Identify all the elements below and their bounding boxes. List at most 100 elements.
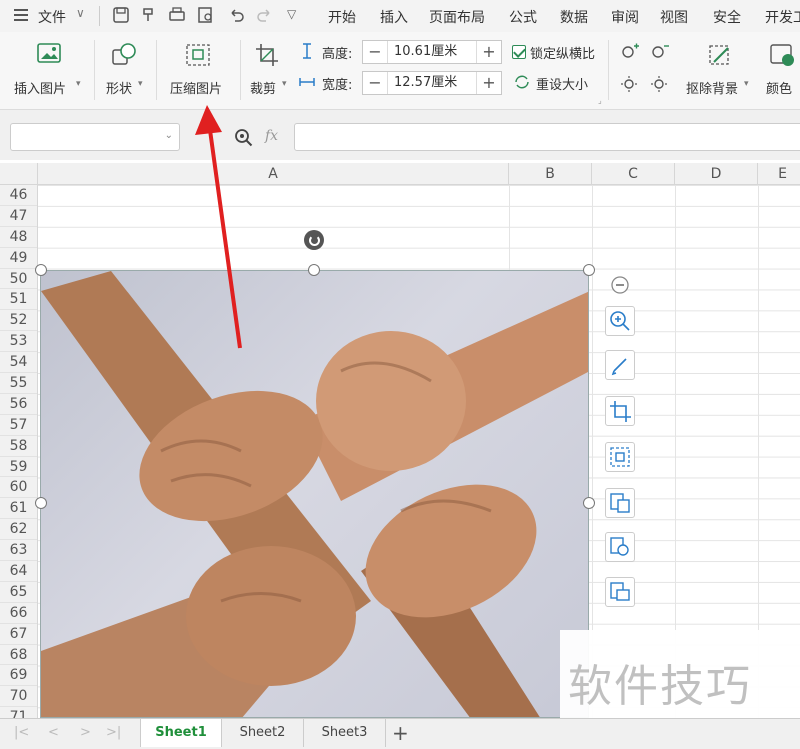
dialog-launcher-icon[interactable]: ⌟ xyxy=(598,96,602,105)
row-header[interactable]: 65 xyxy=(0,582,37,603)
print-icon[interactable] xyxy=(167,5,187,25)
row-header[interactable]: 47 xyxy=(0,206,37,227)
print-preview-icon[interactable] xyxy=(196,5,216,25)
tab-page-layout[interactable]: 页面布局 xyxy=(429,7,485,27)
row-header[interactable]: 67 xyxy=(0,624,37,645)
contrast-increase-icon[interactable] xyxy=(620,74,640,92)
sheet-tab-sheet1[interactable]: Sheet1 xyxy=(140,719,222,747)
row-header[interactable]: 59 xyxy=(0,457,37,478)
row-header[interactable]: 64 xyxy=(0,561,37,582)
edit-picture-button[interactable] xyxy=(605,350,635,380)
reset-size-icon[interactable] xyxy=(513,73,531,91)
undo-icon[interactable] xyxy=(226,5,246,25)
redo-icon[interactable] xyxy=(255,5,275,25)
tab-formulas[interactable]: 公式 xyxy=(509,7,537,27)
reset-size-label[interactable]: 重设大小 xyxy=(536,74,588,93)
compress-side-button[interactable] xyxy=(605,442,635,472)
next-sheet-icon[interactable]: > xyxy=(80,725,91,740)
row-header[interactable]: 51 xyxy=(0,289,37,311)
picture-to-word-button[interactable] xyxy=(605,488,635,518)
crop-side-button[interactable] xyxy=(605,396,635,426)
row-header[interactable]: 50 xyxy=(0,269,37,290)
resize-handle-top-right[interactable] xyxy=(583,264,595,276)
color-button[interactable]: 颜色 xyxy=(758,38,800,102)
sheet-tab-sheet2[interactable]: Sheet2 xyxy=(222,719,304,747)
height-decrement-button[interactable]: − xyxy=(363,41,387,63)
contrast-decrease-icon[interactable] xyxy=(650,74,670,92)
resize-handle-right[interactable] xyxy=(583,497,595,509)
resize-handle-top-left[interactable] xyxy=(35,264,47,276)
row-header[interactable]: 60 xyxy=(0,477,37,499)
column-header-a[interactable]: A xyxy=(38,163,509,185)
resize-handle-left[interactable] xyxy=(35,497,47,509)
row-header[interactable]: 68 xyxy=(0,645,37,666)
name-box[interactable]: ⌄ xyxy=(10,123,180,151)
row-header[interactable]: 62 xyxy=(0,519,37,541)
picture-to-table-button[interactable] xyxy=(605,577,635,607)
tab-security[interactable]: 安全 xyxy=(713,7,741,27)
chevron-down-icon[interactable]: ∨ xyxy=(76,6,85,20)
lock-ratio-checkbox[interactable] xyxy=(512,45,526,59)
remove-background-button[interactable]: 抠除背景 ▾ xyxy=(682,38,754,102)
row-header[interactable]: 69 xyxy=(0,665,37,687)
row-header[interactable]: 48 xyxy=(0,227,37,248)
last-sheet-icon[interactable]: >| xyxy=(106,725,121,740)
tab-data[interactable]: 数据 xyxy=(560,7,588,27)
height-input[interactable]: 10.61厘米 xyxy=(387,41,477,63)
format-painter-icon[interactable] xyxy=(139,5,159,25)
column-header-d[interactable]: D xyxy=(675,163,758,185)
file-menu[interactable]: 文件 xyxy=(38,7,66,27)
row-header[interactable]: 57 xyxy=(0,415,37,436)
rotate-handle[interactable] xyxy=(304,230,324,250)
tab-view[interactable]: 视图 xyxy=(660,7,688,27)
width-decrement-button[interactable]: − xyxy=(363,72,387,94)
sheet-tab-sheet3[interactable]: Sheet3 xyxy=(304,719,386,747)
row-header[interactable]: 70 xyxy=(0,686,37,708)
picture-to-pdf-button[interactable] xyxy=(605,532,635,562)
prev-sheet-icon[interactable]: < xyxy=(48,725,59,740)
row-header[interactable]: 53 xyxy=(0,331,37,353)
save-icon[interactable] xyxy=(111,5,131,25)
menu-hamburger-icon[interactable] xyxy=(14,9,28,24)
brightness-increase-icon[interactable] xyxy=(620,42,640,60)
first-sheet-icon[interactable]: |< xyxy=(14,725,29,740)
brightness-decrease-icon[interactable] xyxy=(650,42,670,60)
resize-handle-top[interactable] xyxy=(308,264,320,276)
width-input[interactable]: 12.57厘米 xyxy=(387,72,477,94)
compress-picture-button[interactable]: 压缩图片 xyxy=(160,38,236,102)
crop-button[interactable]: 裁剪 ▾ xyxy=(246,38,292,102)
width-stepper[interactable]: − 12.57厘米 + xyxy=(362,71,502,95)
insert-picture-button[interactable]: 插入图片 ▾ xyxy=(8,38,88,102)
tab-insert[interactable]: 插入 xyxy=(380,7,408,27)
insert-function-icon[interactable]: fx xyxy=(265,128,278,144)
zoom-lookup-icon[interactable] xyxy=(234,128,254,148)
row-header[interactable]: 58 xyxy=(0,436,37,457)
tab-developer[interactable]: 开发工 xyxy=(765,7,800,27)
column-header-c[interactable]: C xyxy=(592,163,675,185)
zoom-in-button[interactable] xyxy=(605,306,635,336)
row-header[interactable]: 49 xyxy=(0,248,37,269)
select-all-corner[interactable] xyxy=(0,163,38,185)
chevron-down-icon[interactable]: ⌄ xyxy=(165,130,173,141)
row-header[interactable]: 66 xyxy=(0,603,37,624)
column-header-b[interactable]: B xyxy=(509,163,592,185)
add-sheet-button[interactable]: + xyxy=(392,721,409,745)
row-header[interactable]: 55 xyxy=(0,373,37,394)
collapse-icon[interactable] xyxy=(610,275,630,295)
row-header[interactable]: 63 xyxy=(0,540,37,562)
height-increment-button[interactable]: + xyxy=(477,41,501,63)
selected-picture[interactable] xyxy=(40,270,589,718)
height-stepper[interactable]: − 10.61厘米 + xyxy=(362,40,502,64)
shape-button[interactable]: 形状 ▾ xyxy=(100,38,150,102)
row-header[interactable]: 54 xyxy=(0,352,37,374)
tab-home[interactable]: 开始 xyxy=(328,7,356,27)
width-increment-button[interactable]: + xyxy=(477,72,501,94)
quick-access-dropdown-icon[interactable]: ▽ xyxy=(287,7,296,21)
row-header[interactable]: 52 xyxy=(0,310,37,332)
row-header[interactable]: 61 xyxy=(0,498,37,520)
tab-review[interactable]: 审阅 xyxy=(611,7,639,27)
row-header[interactable]: 56 xyxy=(0,394,37,415)
column-header-e[interactable]: E xyxy=(758,163,800,185)
row-header[interactable]: 46 xyxy=(0,185,37,206)
formula-input[interactable] xyxy=(294,123,800,151)
